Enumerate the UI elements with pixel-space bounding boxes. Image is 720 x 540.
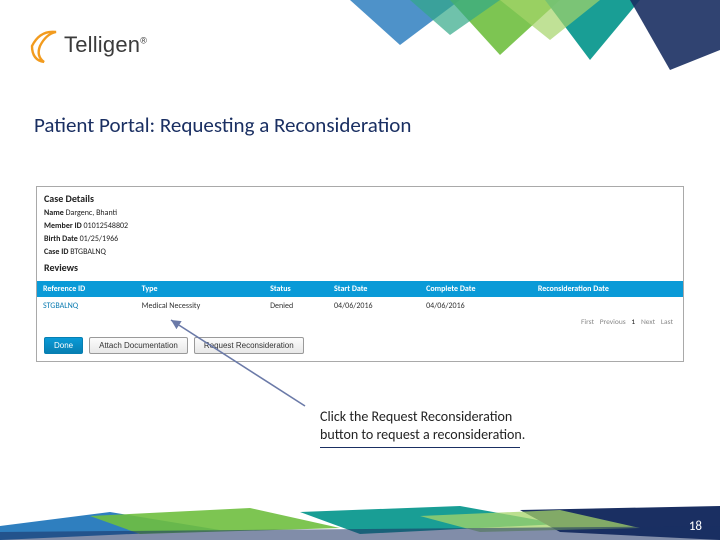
- table-row: STGBALNQ Medical Necessity Denied 04/06/…: [37, 297, 683, 315]
- annotation-arrow-icon: [155, 314, 325, 414]
- pager-last[interactable]: Last: [661, 318, 673, 327]
- top-decoration: [300, 0, 720, 90]
- registered-mark: ®: [140, 36, 147, 46]
- instruction-underline: [320, 447, 520, 448]
- col-start-date[interactable]: Start Date: [328, 281, 420, 297]
- case-details-panel: Case Details Name Dargenc, Bhanti Member…: [36, 186, 684, 362]
- case-details-heading: Case Details: [44, 192, 676, 205]
- caseid-value: BTGBALNQ: [70, 247, 106, 257]
- bottom-decoration: [0, 506, 720, 540]
- pager-next[interactable]: Next: [641, 318, 655, 327]
- reviews-table: Reference ID Type Status Start Date Comp…: [37, 281, 683, 315]
- page-title: Patient Portal: Requesting a Reconsidera…: [34, 112, 411, 138]
- col-reconsideration-date[interactable]: Reconsideration Date: [532, 281, 683, 297]
- instruction-text: Click the Request Reconsideration button…: [320, 408, 530, 448]
- col-complete-date[interactable]: Complete Date: [420, 281, 532, 297]
- name-label: Name: [44, 208, 64, 218]
- caseid-label: Case ID: [44, 247, 68, 257]
- cell-reference-id[interactable]: STGBALNQ: [37, 297, 136, 315]
- memberid-label: Member ID: [44, 221, 82, 231]
- col-type[interactable]: Type: [136, 281, 264, 297]
- cell-reconsideration-date: [532, 297, 683, 315]
- pager-prev[interactable]: Previous: [600, 318, 626, 327]
- col-reference-id[interactable]: Reference ID: [37, 281, 136, 297]
- birthdate-label: Birth Date: [44, 234, 78, 244]
- reviews-heading: Reviews: [44, 261, 676, 274]
- brand-logo: Telligen®: [30, 26, 147, 64]
- cell-complete-date: 04/06/2016: [420, 297, 532, 315]
- page-number: 18: [689, 519, 702, 534]
- brand-name: Telligen: [64, 32, 140, 57]
- memberid-value: 01012548802: [84, 221, 129, 231]
- cell-type: Medical Necessity: [136, 297, 264, 315]
- done-button[interactable]: Done: [44, 337, 83, 354]
- cell-status: Denied: [264, 297, 328, 315]
- cell-start-date: 04/06/2016: [328, 297, 420, 315]
- col-status[interactable]: Status: [264, 281, 328, 297]
- pager-current: 1: [631, 318, 635, 327]
- pager-first[interactable]: First: [581, 318, 594, 327]
- birthdate-value: 01/25/1966: [80, 234, 119, 244]
- swoosh-icon: [30, 26, 60, 64]
- name-value: Dargenc, Bhanti: [66, 208, 117, 218]
- pager: First Previous 1 Next Last: [37, 315, 683, 332]
- action-bar: Done Attach Documentation Request Recons…: [37, 332, 683, 361]
